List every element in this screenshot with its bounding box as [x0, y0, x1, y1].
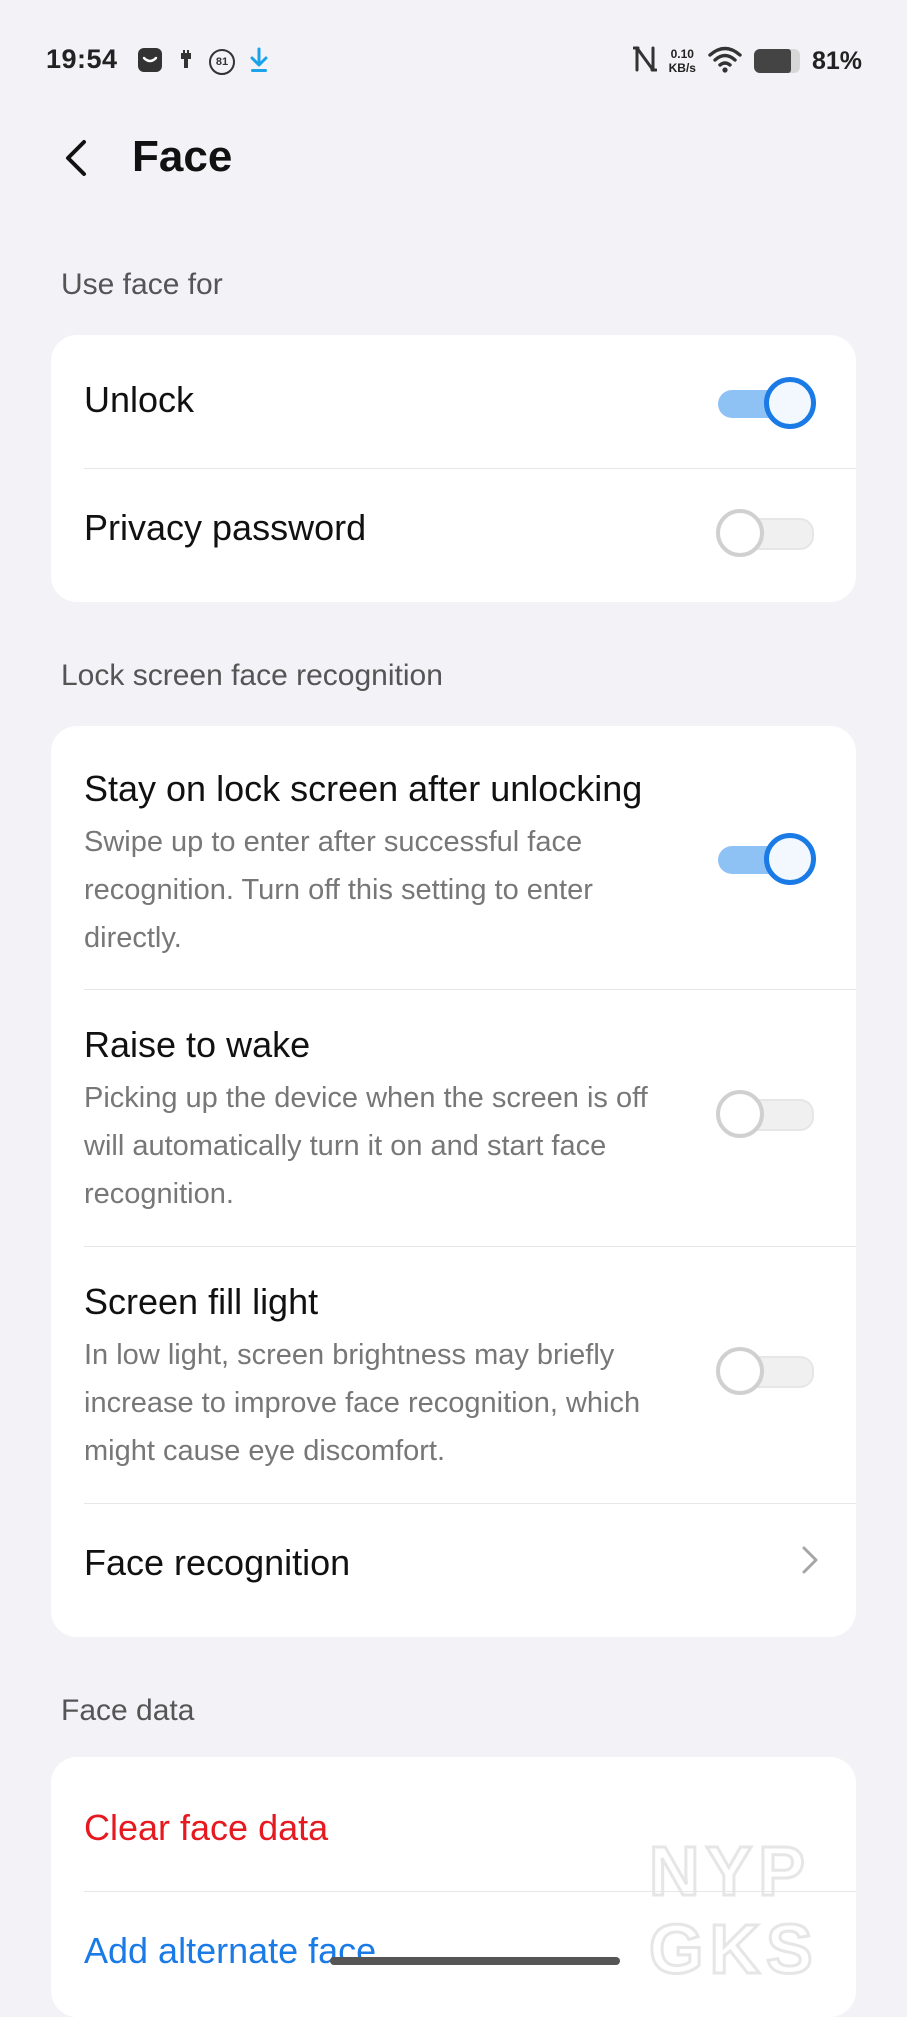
nfc-icon	[632, 44, 658, 79]
page-title: Face	[132, 132, 233, 181]
battery-icon	[753, 49, 800, 73]
setting-row-unlock[interactable]: Unlock	[84, 335, 856, 469]
network-speed-unit: KB/s	[668, 61, 696, 75]
unlock-toggle[interactable]	[716, 377, 816, 429]
message-icon	[137, 47, 163, 78]
watermark-line-1: NYP	[649, 1832, 811, 1910]
battery-percent: 81%	[811, 46, 862, 75]
system-icons: 0.10 KB/s 81%	[632, 44, 862, 79]
back-button[interactable]	[56, 136, 100, 180]
setting-title: Privacy password	[84, 507, 367, 548]
setting-title: Screen fill light	[84, 1281, 319, 1322]
section-label-lock-screen: Lock screen face recognition	[61, 659, 443, 692]
add-alternate-face-button[interactable]: Add alternate face	[84, 1930, 376, 1972]
usb-icon	[177, 48, 195, 77]
clear-face-data-button[interactable]: Clear face data	[84, 1807, 328, 1849]
setting-row-privacy-password[interactable]: Privacy password	[84, 469, 856, 602]
setting-title: Stay on lock screen after unlocking	[84, 768, 643, 809]
use-face-for-card: Unlock Privacy password	[51, 335, 856, 602]
download-icon	[249, 47, 269, 78]
lock-screen-card: Stay on lock screen after unlocking Swip…	[51, 726, 856, 1637]
setting-row-raise-to-wake[interactable]: Raise to wake Picking up the device when…	[84, 990, 856, 1247]
section-label-face-data: Face data	[61, 1694, 195, 1727]
raise-to-wake-toggle[interactable]	[716, 1088, 816, 1140]
section-label-use-face-for: Use face for	[61, 268, 223, 301]
home-indicator[interactable]	[330, 1957, 620, 1965]
network-speed-value: 0.10	[670, 47, 694, 61]
screen-fill-light-toggle[interactable]	[716, 1345, 816, 1397]
notification-icons: 81	[137, 47, 269, 77]
stay-on-lock-screen-toggle[interactable]	[716, 833, 816, 885]
setting-title: Unlock	[84, 379, 195, 420]
privacy-password-toggle[interactable]	[716, 507, 816, 559]
badge-81-icon: 81	[209, 49, 235, 75]
status-bar: 19:54 81 0.10 KB/s 81%	[0, 0, 907, 120]
setting-description: Swipe up to enter after successful face …	[84, 826, 593, 954]
app-header: Face	[0, 118, 907, 198]
chevron-left-icon	[66, 140, 86, 176]
setting-title: Raise to wake	[84, 1024, 311, 1065]
setting-row-face-recognition[interactable]: Face recognition	[84, 1504, 856, 1637]
watermark-line-2: GKS	[649, 1910, 819, 1980]
setting-description: In low light, screen brightness may brie…	[84, 1339, 641, 1467]
watermark-logo: NYP GKS	[645, 1825, 875, 1990]
wifi-icon	[708, 45, 742, 78]
setting-description: Picking up the device when the screen is…	[84, 1082, 648, 1210]
network-speed: 0.10 KB/s	[669, 47, 696, 75]
setting-title: Face recognition	[84, 1542, 351, 1583]
status-time: 19:54	[46, 44, 118, 74]
setting-row-screen-fill-light[interactable]: Screen fill light In low light, screen b…	[84, 1247, 856, 1504]
chevron-right-icon	[798, 1542, 822, 1578]
setting-row-stay-on-lock-screen[interactable]: Stay on lock screen after unlocking Swip…	[84, 726, 856, 990]
